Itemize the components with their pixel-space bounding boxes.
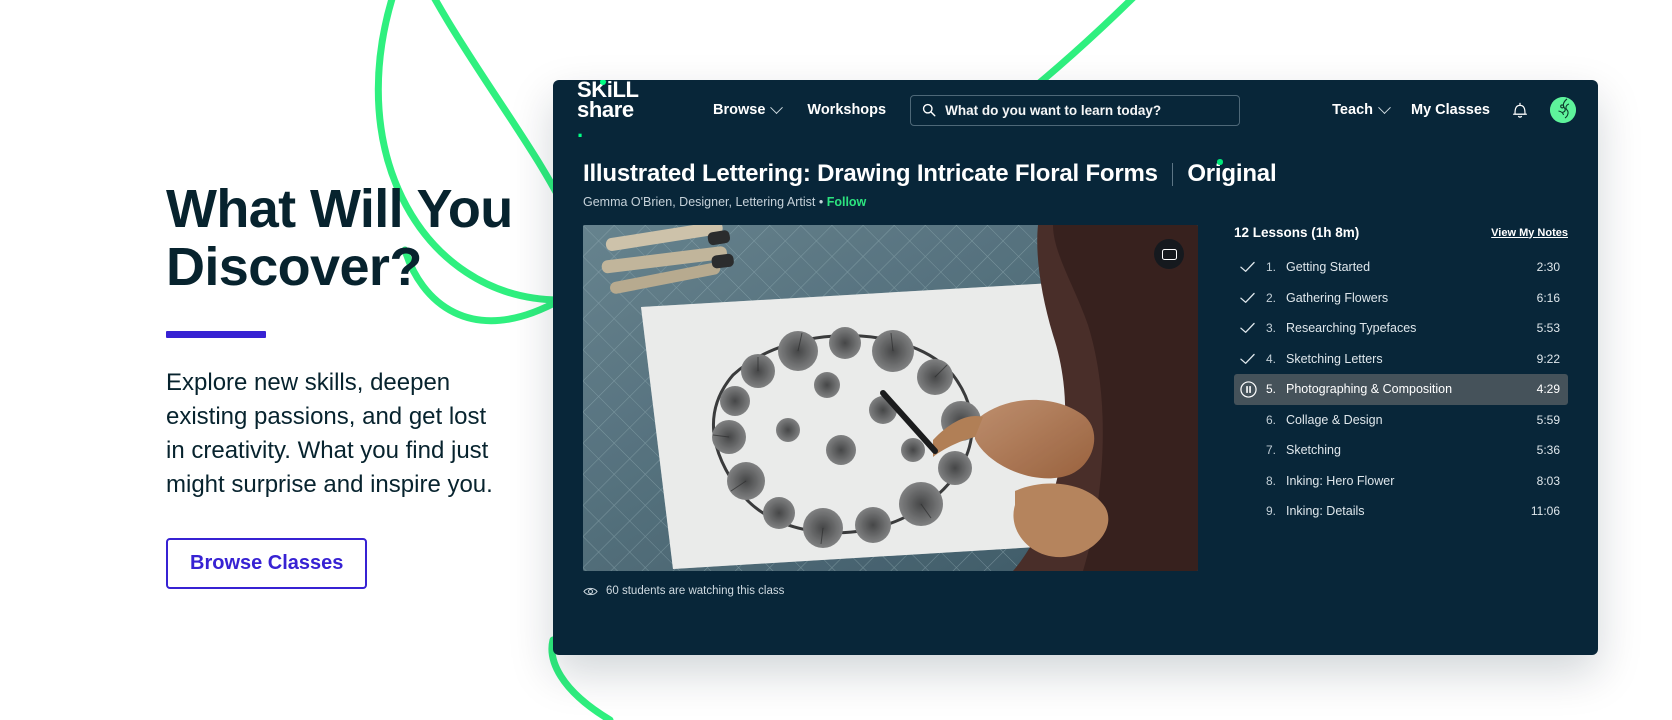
lesson-number: 7. xyxy=(1266,443,1277,458)
nav-item-workshops[interactable]: Workshops xyxy=(807,102,886,118)
course-title: Illustrated Lettering: Drawing Intricate… xyxy=(583,160,1158,187)
nav-item-browse[interactable]: Browse xyxy=(713,100,784,118)
primary-nav-links: Browse Workshops xyxy=(713,100,886,118)
lesson-status-icon xyxy=(1240,292,1266,304)
search-input[interactable]: What do you want to learn today? xyxy=(910,94,1241,126)
video-player-section: 60 students are watching this class xyxy=(583,225,1198,597)
course-content: 60 students are watching this class 12 L… xyxy=(553,209,1598,597)
chevron-down-icon xyxy=(770,100,784,114)
lesson-status-icon xyxy=(1240,381,1266,398)
lesson-row[interactable]: 6. Collage & Design 5:59 xyxy=(1234,405,1568,436)
lesson-row[interactable]: 1. Getting Started 2:30 xyxy=(1234,252,1568,283)
video-player[interactable] xyxy=(583,225,1198,571)
lesson-duration: 11:06 xyxy=(1530,504,1560,519)
lesson-number: 1. xyxy=(1266,260,1277,275)
lesson-duration: 6:16 xyxy=(1536,290,1560,305)
lesson-row[interactable]: 9. Inking: Details 11:06 xyxy=(1234,496,1568,527)
course-title-row: Illustrated Lettering: Drawing Intricate… xyxy=(583,159,1568,188)
lesson-number: 8. xyxy=(1266,473,1277,488)
nav-item-browse-label: Browse xyxy=(713,102,766,118)
lesson-row[interactable]: 8. Inking: Hero Flower 8:03 xyxy=(1234,466,1568,497)
lessons-panel: 12 Lessons (1h 8m) View My Notes 1. Getti… xyxy=(1208,225,1568,597)
eye-icon xyxy=(583,587,598,595)
lesson-list: 1. Getting Started 2:30 2. Gathering Flowers… xyxy=(1234,252,1568,527)
check-icon xyxy=(1240,262,1255,273)
lesson-status-icon xyxy=(1240,261,1266,273)
original-badge: Original xyxy=(1187,159,1277,187)
view-my-notes-link[interactable]: View My Notes xyxy=(1491,227,1568,239)
nav-item-my-classes[interactable]: My Classes xyxy=(1411,102,1490,118)
picture-in-picture-icon xyxy=(1161,248,1177,260)
search-icon xyxy=(922,103,936,117)
nav-item-my-classes-label: My Classes xyxy=(1411,102,1490,118)
lesson-title: Inking: Hero Flower xyxy=(1286,473,1395,488)
browse-classes-button[interactable]: Browse Classes xyxy=(166,537,368,589)
check-icon xyxy=(1240,323,1255,334)
lesson-row[interactable]: 7. Sketching 5:36 xyxy=(1234,435,1568,466)
title-divider xyxy=(1171,162,1174,186)
lesson-title: Collage & Design xyxy=(1286,412,1383,427)
skillshare-logo[interactable]: SKiLL share. xyxy=(577,80,673,143)
lesson-number: 9. xyxy=(1266,504,1277,519)
lesson-title: Inking: Details xyxy=(1286,504,1365,519)
lesson-duration: 5:59 xyxy=(1536,412,1560,427)
course-header: Illustrated Lettering: Drawing Intricate… xyxy=(553,140,1598,209)
nav-item-teach-label: Teach xyxy=(1332,102,1373,118)
picture-in-picture-button[interactable] xyxy=(1154,239,1184,269)
lesson-number: 3. xyxy=(1266,321,1277,336)
logo-line-2: share. xyxy=(577,98,673,143)
top-navigation-bar: SKiLL share. Browse Workshops What do yo… xyxy=(553,80,1598,143)
lesson-number: 5. xyxy=(1266,382,1277,397)
lesson-status-icon xyxy=(1240,353,1266,365)
lesson-title: Sketching Letters xyxy=(1286,351,1383,366)
lesson-row[interactable]: 4. Sketching Letters 9:22 xyxy=(1234,344,1568,375)
search-placeholder: What do you want to learn today? xyxy=(945,102,1162,118)
check-icon xyxy=(1240,292,1255,303)
lesson-duration: 8:03 xyxy=(1536,473,1560,488)
follow-link[interactable]: Follow xyxy=(827,195,867,209)
chevron-down-icon xyxy=(1378,100,1391,114)
lesson-title: Researching Typefaces xyxy=(1286,321,1417,336)
avatar-icon xyxy=(1550,97,1576,123)
lesson-title: Sketching xyxy=(1286,443,1341,458)
lesson-title: Gathering Flowers xyxy=(1286,290,1389,305)
lesson-duration: 5:53 xyxy=(1536,321,1560,336)
watching-text: 60 students are watching this class xyxy=(606,585,785,597)
lesson-number: 4. xyxy=(1266,351,1277,366)
lessons-count-label: 12 Lessons (1h 8m) xyxy=(1234,225,1360,240)
lesson-row[interactable]: 5. Photographing & Composition 4:29 xyxy=(1234,374,1568,405)
lesson-duration: 2:30 xyxy=(1536,260,1560,275)
lesson-title: Photographing & Composition xyxy=(1286,382,1453,397)
title-underline-rule xyxy=(166,330,266,338)
course-subtitle: Gemma O'Brien, Designer, Lettering Artis… xyxy=(583,195,1568,209)
bell-icon[interactable] xyxy=(1512,101,1528,119)
logo-period: . xyxy=(577,117,583,143)
lessons-header: 12 Lessons (1h 8m) View My Notes xyxy=(1234,225,1568,240)
lesson-row[interactable]: 2. Gathering Flowers 6:16 xyxy=(1234,283,1568,314)
original-badge-dot-icon xyxy=(1217,159,1223,165)
avatar[interactable] xyxy=(1550,97,1576,123)
subtitle-separator: • xyxy=(818,195,824,209)
watching-status: 60 students are watching this class xyxy=(583,585,1198,597)
check-icon xyxy=(1240,353,1255,364)
lesson-number: 2. xyxy=(1266,290,1277,305)
nav-item-workshops-label: Workshops xyxy=(807,102,887,118)
logo-dot-icon xyxy=(600,80,606,85)
nav-item-teach[interactable]: Teach xyxy=(1332,100,1391,118)
page-root: What Will You Discover? Explore new skil… xyxy=(0,0,1672,720)
lesson-title: Getting Started xyxy=(1286,260,1371,275)
pause-icon xyxy=(1240,381,1257,398)
lesson-number: 6. xyxy=(1266,412,1277,427)
secondary-nav-links: Teach My Classes xyxy=(1332,97,1576,123)
hero-description: Explore new skills, deepen existing pass… xyxy=(166,368,493,498)
skillshare-app-window: SKiLL share. Browse Workshops What do yo… xyxy=(553,80,1598,655)
video-still-image xyxy=(583,225,1198,571)
lesson-row[interactable]: 3. Researching Typefaces 5:53 xyxy=(1234,313,1568,344)
lesson-duration: 9:22 xyxy=(1536,351,1560,366)
lesson-duration: 4:29 xyxy=(1536,382,1560,397)
lesson-duration: 5:36 xyxy=(1536,443,1560,458)
course-author: Gemma O'Brien, Designer, Lettering Artis… xyxy=(583,195,816,209)
lesson-status-icon xyxy=(1240,322,1266,334)
